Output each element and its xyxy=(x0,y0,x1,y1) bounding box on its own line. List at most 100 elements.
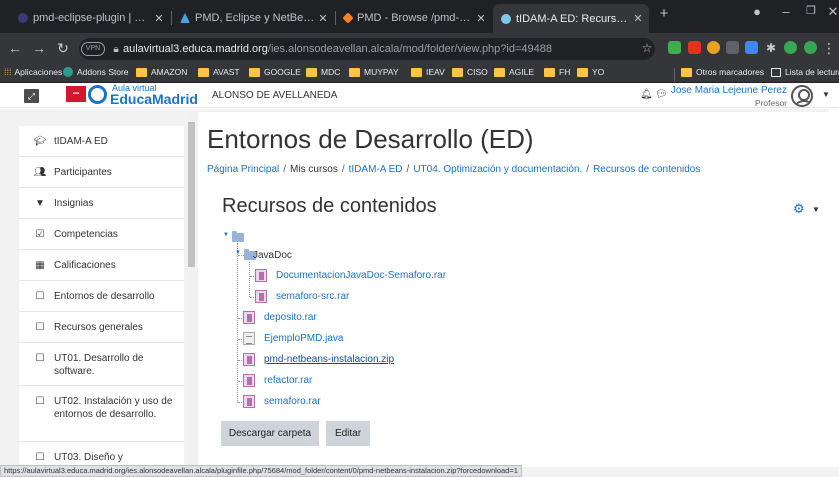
file-link[interactable]: pmd-netbeans-instalacion.zip xyxy=(243,353,394,366)
file-name[interactable]: semaforo-src.rar xyxy=(276,291,349,302)
puzzle-icon[interactable]: ✱ xyxy=(762,40,780,56)
browser-tab-active[interactable]: tIDAM-A ED: Recursos de conten ✕ xyxy=(493,4,649,33)
close-icon[interactable]: ✕ xyxy=(474,12,488,25)
browser-tab[interactable]: pmd-eclipse-plugin | Eclipse Plu ✕ xyxy=(10,6,170,30)
breadcrumb-item[interactable]: tIDAM-A ED xyxy=(349,164,403,175)
logo-bottom-text[interactable]: EducaMadrid xyxy=(110,91,198,107)
sidebar-item-recursos-generales[interactable]: ☐ Recursos generales xyxy=(19,312,184,343)
bookmark-folder[interactable]: AMAZON xyxy=(136,67,187,77)
minimize-icon[interactable]: – xyxy=(774,4,798,19)
site-name[interactable]: ALONSO DE AVELLANEDA xyxy=(212,90,337,101)
breadcrumb-item[interactable]: Página Principal xyxy=(207,164,279,175)
archive-file-icon xyxy=(243,311,255,324)
sidebar-item-course[interactable]: 🎓︎ tIDAM-A ED xyxy=(19,126,184,157)
reading-list[interactable]: Lista de lectura xyxy=(771,67,839,77)
download-folder-button[interactable]: Descargar carpeta xyxy=(221,421,319,446)
browser-tab[interactable]: PMD - Browse /pmd-netbeans at ✕ xyxy=(336,6,492,30)
bookmark-folder[interactable]: MUYPAY xyxy=(349,67,399,77)
file-link[interactable]: semaforo-src.rar xyxy=(255,290,349,303)
file-link[interactable]: deposito.rar xyxy=(243,311,317,324)
file-link[interactable]: DocumentacionJavaDoc-Semaforo.rar xyxy=(255,269,446,282)
folder-icon: ☐ xyxy=(35,452,45,463)
reload-icon[interactable]: ↻ xyxy=(54,40,72,56)
close-icon[interactable]: ✕ xyxy=(631,12,645,25)
bookmark-folder[interactable]: GOOGLE xyxy=(249,67,301,77)
maximize-icon[interactable]: ❐ xyxy=(799,4,823,17)
file-name[interactable]: pmd-netbeans-instalacion.zip xyxy=(264,354,394,365)
sidebar-item-calificaciones[interactable]: ▦ Calificaciones xyxy=(19,250,184,281)
bookmark-folder[interactable]: IEAV xyxy=(411,67,445,77)
new-tab-button[interactable]: + xyxy=(652,5,676,22)
address-bar[interactable]: VPN 🔒︎ aulavirtual3.educa.madrid.org/ies… xyxy=(79,38,655,60)
tree-expand-icon[interactable]: ▼ xyxy=(235,250,241,256)
breadcrumb-item[interactable]: UT04. Optimización y documentación. xyxy=(413,164,582,175)
sidebar-item-insignias[interactable]: ▼ Insignias xyxy=(19,188,184,219)
other-bookmarks[interactable]: Otros marcadores xyxy=(681,67,764,77)
file-link[interactable]: refactor.rar xyxy=(243,374,312,387)
extension-icon[interactable] xyxy=(784,41,797,54)
close-icon[interactable]: ✕ xyxy=(316,12,330,25)
sidebar-item-ut03[interactable]: ☐ UT03. Diseño y xyxy=(19,442,184,467)
extension-icon[interactable] xyxy=(668,41,681,54)
chevron-down-icon[interactable]: ▼ xyxy=(822,90,830,99)
file-name[interactable]: DocumentacionJavaDoc-Semaforo.rar xyxy=(276,270,446,281)
lock-icon[interactable]: 🔒︎ xyxy=(109,44,123,55)
bookmark-star-icon[interactable]: ☆ xyxy=(638,40,656,56)
file-link[interactable]: EjemploPMD.java xyxy=(243,332,343,345)
bookmark-folder[interactable]: MDC xyxy=(306,67,340,77)
folder-icon xyxy=(544,67,555,77)
close-icon[interactable]: ✕ xyxy=(152,12,166,25)
sidebar-item-ut02[interactable]: ☐ UT02. Instalación y uso de entornos de… xyxy=(19,386,184,442)
tab-title: PMD, Eclipse y NetBeans - Adictos xyxy=(195,12,316,24)
file-name[interactable]: refactor.rar xyxy=(264,375,312,386)
user-name[interactable]: Jose Maria Lejeune Perez xyxy=(670,85,787,96)
file-name[interactable]: EjemploPMD.java xyxy=(264,333,343,344)
bookmark-folder[interactable]: CISO xyxy=(452,67,488,77)
extension-icon[interactable] xyxy=(745,41,758,54)
back-icon[interactable]: ← xyxy=(6,40,24,56)
bookmark-folder[interactable]: AVAST xyxy=(198,67,240,77)
camera-extension-icon[interactable] xyxy=(726,41,739,54)
edit-button[interactable]: Editar xyxy=(326,421,370,446)
bookmark-item[interactable]: Addons Store xyxy=(63,67,129,77)
bookmark-folder[interactable]: YO xyxy=(577,67,604,77)
folder-icon xyxy=(452,67,463,77)
browser-tab[interactable]: PMD, Eclipse y NetBeans - Adictos ✕ xyxy=(172,6,334,30)
sync-icon[interactable] xyxy=(804,41,817,54)
profile-menu-icon[interactable]: ● xyxy=(745,4,769,19)
sidebar-item-participantes[interactable]: 👥︎ Participantes xyxy=(19,157,184,188)
tab-title: tIDAM-A ED: Recursos de conten xyxy=(516,12,631,25)
breadcrumb-item[interactable]: Recursos de contenidos xyxy=(593,164,700,175)
sidebar-item-entornos[interactable]: ☐ Entornos de desarrollo xyxy=(19,281,184,312)
browser-menu-icon[interactable]: ⋮ xyxy=(820,40,838,56)
extension-icon[interactable] xyxy=(707,41,720,54)
messages-icon[interactable]: 💬︎ xyxy=(655,89,668,100)
window-close-icon[interactable]: ✕ xyxy=(821,4,839,20)
text-file-icon xyxy=(243,332,255,345)
apps-bookmark[interactable]: ⁞⁞⁞ Aplicaciones xyxy=(4,67,62,77)
file-name[interactable]: deposito.rar xyxy=(264,312,317,323)
bookmark-label: FH xyxy=(559,67,571,77)
folder-heading: Recursos de contenidos xyxy=(222,195,437,217)
folder-icon[interactable] xyxy=(232,231,244,242)
file-name[interactable]: semaforo.rar xyxy=(264,396,321,407)
notifications-bell-icon[interactable]: 🔔︎ xyxy=(640,89,653,100)
file-link[interactable]: semaforo.rar xyxy=(243,395,321,408)
bookmark-folder[interactable]: FH xyxy=(544,67,570,77)
chevron-down-icon[interactable]: ▼ xyxy=(812,205,820,214)
bookmark-label: IEAV xyxy=(426,67,445,77)
pdf-extension-icon[interactable] xyxy=(688,41,701,54)
page-scrollbar[interactable] xyxy=(829,109,839,467)
sidebar-scrollbar-thumb[interactable] xyxy=(188,122,195,267)
drawer-toggle-icon[interactable]: ⤢ xyxy=(24,89,39,103)
sidebar-item-ut01[interactable]: ☐ UT01. Desarrollo de software. xyxy=(19,343,184,386)
sidebar-item-competencias[interactable]: ☑ Competencias xyxy=(19,219,184,250)
user-avatar[interactable] xyxy=(791,85,813,107)
forward-icon[interactable]: → xyxy=(30,40,48,56)
tree-expand-icon[interactable]: ▼ xyxy=(223,232,229,238)
vpn-badge[interactable]: VPN xyxy=(81,42,105,56)
gear-icon[interactable]: ⚙ xyxy=(793,201,805,217)
subfolder-name[interactable]: JavaDoc xyxy=(253,250,292,261)
bookmark-folder[interactable]: AGILE xyxy=(494,67,534,77)
sidebar-item-label: Recursos generales xyxy=(54,322,143,333)
